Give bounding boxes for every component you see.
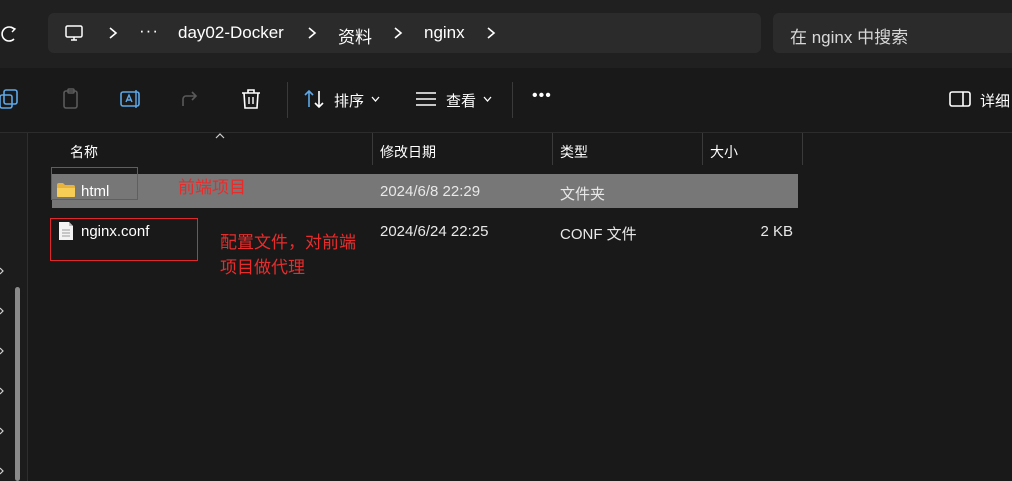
file-date: 2024/6/24 22:25: [380, 223, 489, 240]
chevron-right-icon[interactable]: [106, 25, 120, 41]
details-pane-icon[interactable]: [948, 87, 972, 111]
chevron-right-icon[interactable]: [0, 467, 4, 475]
command-bar: 排序 查看 ••• 详细: [0, 68, 1012, 133]
copy-icon[interactable]: [0, 87, 22, 111]
sort-icon[interactable]: [302, 87, 326, 111]
chevron-right-icon[interactable]: [0, 427, 4, 435]
column-name[interactable]: 名称: [70, 142, 98, 162]
column-type[interactable]: 类型: [560, 142, 588, 162]
column-divider[interactable]: [802, 133, 803, 165]
toolbar-divider: [512, 82, 513, 118]
this-pc-icon[interactable]: [64, 23, 84, 43]
annotation-box-html: [51, 167, 138, 200]
column-divider[interactable]: [702, 133, 703, 165]
toolbar-divider: [287, 82, 288, 118]
navigation-pane[interactable]: [0, 133, 28, 481]
chevron-down-icon[interactable]: [371, 96, 380, 103]
breadcrumb-item-ziliao[interactable]: 资料: [338, 23, 372, 48]
annotation-html-note: 前端项目: [178, 178, 246, 197]
title-bar: ··· day02-Docker 资料 nginx 在 nginx 中搜索: [0, 0, 1012, 68]
details-button[interactable]: 详细: [980, 90, 1010, 111]
breadcrumb-overflow[interactable]: ···: [139, 21, 159, 41]
breadcrumb-item-nginx[interactable]: nginx: [424, 23, 465, 43]
column-header: 名称 修改日期 类型 大小: [50, 133, 810, 165]
column-divider[interactable]: [372, 133, 373, 165]
chevron-right-icon[interactable]: [305, 25, 319, 41]
annotation-box-nginx-conf: [50, 218, 198, 261]
chevron-down-icon[interactable]: [483, 96, 492, 103]
paste-icon[interactable]: [59, 87, 83, 111]
sort-ascending-icon: [215, 133, 225, 139]
file-date: 2024/6/8 22:29: [380, 183, 481, 200]
address-bar[interactable]: ··· day02-Docker 资料 nginx: [48, 13, 761, 53]
column-date[interactable]: 修改日期: [380, 142, 436, 162]
rename-icon[interactable]: [119, 87, 143, 111]
chevron-right-icon[interactable]: [0, 267, 4, 275]
share-icon[interactable]: [179, 87, 203, 111]
breadcrumb-item-day02-docker[interactable]: day02-Docker: [178, 23, 284, 43]
column-size[interactable]: 大小: [710, 142, 738, 162]
sort-button[interactable]: 排序: [334, 90, 364, 111]
file-size: 2 KB: [760, 223, 793, 240]
chevron-right-icon[interactable]: [0, 307, 4, 315]
file-type: CONF 文件: [560, 226, 637, 243]
view-button[interactable]: 查看: [446, 90, 476, 111]
chevron-right-icon[interactable]: [0, 347, 4, 355]
refresh-icon[interactable]: [0, 22, 20, 46]
more-options-button[interactable]: •••: [532, 87, 552, 105]
chevron-right-icon[interactable]: [0, 387, 4, 395]
chevron-right-icon[interactable]: [484, 25, 498, 41]
view-icon[interactable]: [414, 87, 438, 111]
nav-scrollbar[interactable]: [15, 287, 20, 481]
chevron-right-icon[interactable]: [391, 25, 405, 41]
delete-icon[interactable]: [239, 87, 263, 111]
annotation-conf-note-line2: 项目做代理: [220, 258, 305, 277]
search-input[interactable]: 在 nginx 中搜索: [773, 13, 1012, 53]
file-row-html[interactable]: html 2024/6/8 22:29 文件夹: [52, 174, 798, 208]
column-divider[interactable]: [552, 133, 553, 165]
file-type: 文件夹: [560, 186, 606, 203]
search-placeholder: 在 nginx 中搜索: [790, 28, 909, 47]
annotation-conf-note-line1: 配置文件，对前端: [220, 233, 356, 252]
